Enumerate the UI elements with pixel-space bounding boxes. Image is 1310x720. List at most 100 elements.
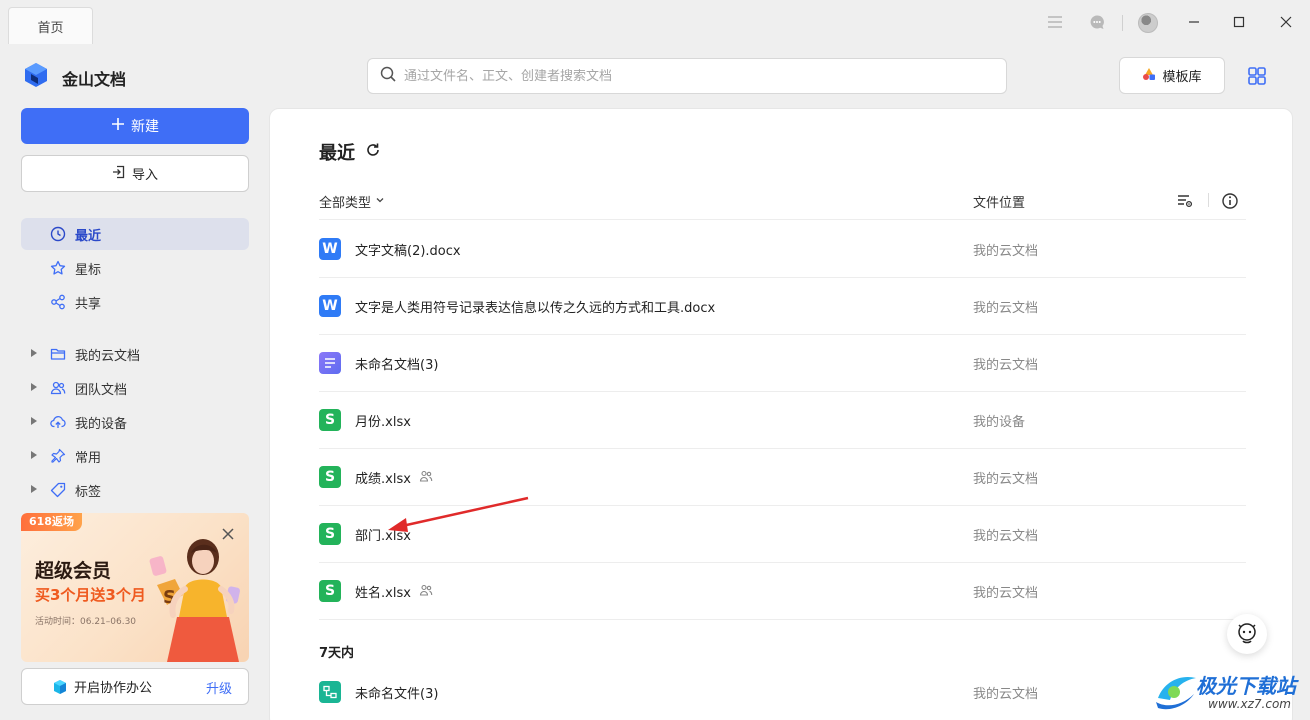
expand-caret-icon[interactable] <box>31 383 37 391</box>
file-row[interactable]: W 文字是人类用符号记录表达信息以传之久远的方式和工具.docx 我的云文档 <box>319 277 1246 334</box>
file-location: 我的云文档 <box>973 529 1039 544</box>
column-header-location: 文件位置 <box>973 196 1026 211</box>
tab-home[interactable]: 首页 <box>8 7 93 44</box>
sidebar-item-label: 星标 <box>75 262 102 278</box>
sidebar-item-recent[interactable]: 最近 <box>21 218 249 250</box>
sidebar-item-label: 最近 <box>75 228 102 244</box>
file-location: 我的云文档 <box>973 586 1039 601</box>
search-icon <box>380 66 396 86</box>
sidebar-item-my-devices[interactable]: 我的设备 <box>21 406 249 438</box>
star-icon <box>50 260 66 276</box>
sidebar-item-frequent[interactable]: 常用 <box>21 440 249 472</box>
watermark-url: www.xz7.com <box>1208 697 1291 711</box>
note-doc-icon <box>319 352 341 374</box>
title-bar: 首页 <box>0 0 1310 44</box>
search-box[interactable] <box>367 58 1007 94</box>
team-icon <box>50 380 66 396</box>
promo-tag: 618返场 <box>21 513 82 531</box>
file-location: 我的设备 <box>973 415 1026 430</box>
sidebar-item-team-docs[interactable]: 团队文档 <box>21 372 249 404</box>
refresh-icon[interactable] <box>365 142 381 163</box>
file-name: 未命名文件(3) <box>355 687 439 702</box>
minimize-icon[interactable] <box>1184 12 1204 32</box>
promo-illustration: S <box>141 527 249 662</box>
new-button[interactable]: 新建 <box>21 108 249 144</box>
close-icon[interactable] <box>1276 12 1296 32</box>
file-row[interactable]: S 月份.xlsx 我的设备 <box>319 391 1246 448</box>
divider <box>319 619 1246 620</box>
watermark-text: 极光下载站 <box>1196 674 1296 698</box>
message-icon[interactable] <box>1087 12 1107 32</box>
template-icon <box>1142 67 1156 85</box>
promo-banner[interactable]: 618返场 超级会员 买3个月送3个月 活动时间：06.21–06.30 S <box>21 513 249 662</box>
file-row[interactable]: 未命名文档(3) 我的云文档 <box>319 334 1246 391</box>
app-grid-icon[interactable] <box>1245 64 1269 88</box>
pin-icon <box>50 448 66 464</box>
collab-label: 开启协作办公 <box>74 681 153 696</box>
group-title-7days: 7天内 <box>319 646 355 661</box>
file-location: 我的云文档 <box>973 687 1039 702</box>
shared-users-icon <box>419 583 433 597</box>
expand-caret-icon[interactable] <box>31 417 37 425</box>
assistant-bot-icon[interactable] <box>1227 614 1267 654</box>
chevron-down-icon <box>375 194 385 209</box>
titlebar-divider <box>1122 15 1123 31</box>
spreadsheet-icon: S <box>319 409 341 431</box>
expand-caret-icon[interactable] <box>31 349 37 357</box>
menu-icon[interactable] <box>1045 12 1065 32</box>
section-title: 最近 <box>319 139 381 165</box>
sidebar-item-label: 我的设备 <box>75 416 128 432</box>
import-button-label: 导入 <box>131 168 158 183</box>
search-input[interactable] <box>404 68 964 84</box>
plus-icon <box>111 117 125 135</box>
sidebar-item-starred[interactable]: 星标 <box>21 252 249 284</box>
maximize-icon[interactable] <box>1229 12 1249 32</box>
file-location: 我的云文档 <box>973 358 1039 373</box>
sidebar-item-shared[interactable]: 共享 <box>21 286 249 318</box>
expand-caret-icon[interactable] <box>31 485 37 493</box>
cloud-upload-icon <box>50 414 66 430</box>
sidebar-item-label: 共享 <box>75 296 102 312</box>
spreadsheet-icon: S <box>319 466 341 488</box>
share-icon <box>50 294 66 310</box>
sidebar-item-my-cloud-docs[interactable]: 我的云文档 <box>21 338 249 370</box>
expand-caret-icon[interactable] <box>31 451 37 459</box>
sidebar-item-label: 团队文档 <box>75 382 128 398</box>
promo-date: 活动时间：06.21–06.30 <box>35 617 137 627</box>
file-row[interactable]: 未命名文件(3) 我的云文档 <box>319 663 1246 720</box>
spreadsheet-icon: S <box>319 523 341 545</box>
section-title-text: 最近 <box>319 143 355 164</box>
collab-office-button[interactable]: 开启协作办公 升级 <box>21 668 249 705</box>
shared-users-icon <box>419 469 433 483</box>
sort-settings-icon[interactable] <box>1176 192 1194 210</box>
file-location: 我的云文档 <box>973 472 1039 487</box>
file-row[interactable]: S 姓名.xlsx 我的云文档 <box>319 562 1246 619</box>
import-button[interactable]: 导入 <box>21 155 249 192</box>
info-icon[interactable] <box>1221 192 1239 210</box>
upgrade-link[interactable]: 升级 <box>206 678 232 697</box>
file-name: 文字文稿(2).docx <box>355 244 461 259</box>
file-name: 月份.xlsx <box>355 415 411 430</box>
annotation-arrow <box>388 496 529 532</box>
file-row[interactable]: W 文字文稿(2).docx 我的云文档 <box>319 220 1246 277</box>
word-doc-icon: W <box>319 295 341 317</box>
filter-type-label: 全部类型 <box>319 196 372 211</box>
folder-icon <box>50 346 66 362</box>
sidebar-item-label: 我的云文档 <box>75 348 141 364</box>
template-library-button[interactable]: 模板库 <box>1119 57 1225 94</box>
app-logo-icon <box>22 61 50 89</box>
sidebar-item-label: 常用 <box>75 450 102 466</box>
new-button-label: 新建 <box>131 119 159 135</box>
file-name: 未命名文档(3) <box>355 358 439 373</box>
sidebar-item-label: 标签 <box>75 484 102 500</box>
tag-icon <box>50 482 66 498</box>
word-doc-icon: W <box>319 238 341 260</box>
filter-type-dropdown[interactable]: 全部类型 <box>319 192 385 211</box>
sidebar-item-tags[interactable]: 标签 <box>21 474 249 506</box>
promo-title: 超级会员 <box>35 560 112 582</box>
flowchart-icon <box>319 681 341 703</box>
avatar[interactable] <box>1138 13 1158 33</box>
app-name: 金山文档 <box>62 70 127 89</box>
file-name: 成绩.xlsx <box>355 472 411 487</box>
main-panel: 最近 全部类型 文件位置 W 文字文稿(2).docx 我的云文档 W 文字是人… <box>269 108 1293 720</box>
